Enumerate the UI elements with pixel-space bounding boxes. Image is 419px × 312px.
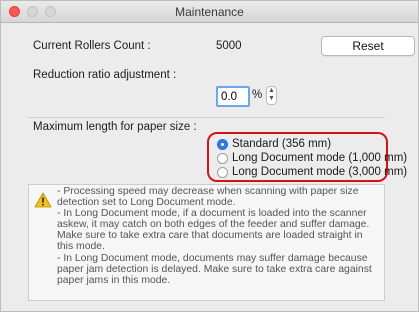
chevron-down-icon: ▼ [268, 95, 275, 102]
note-line: - In Long Document mode, if a document i… [57, 208, 367, 220]
reduction-ratio-input[interactable] [216, 86, 250, 107]
note-line: Make sure to take extra care that docume… [57, 230, 363, 242]
window-title: Maintenance [175, 5, 244, 19]
notes-text: - Processing speed may decrease when sca… [57, 186, 381, 286]
note-line: this mode. [57, 241, 105, 253]
rollers-count-value: 5000 [216, 40, 242, 52]
reduction-ratio-label: Reduction ratio adjustment : [33, 69, 177, 81]
radio-standard-label[interactable]: Standard (356 mm) [232, 138, 331, 150]
note-line: paper jams in this mode. [57, 274, 171, 286]
reset-button[interactable]: Reset [321, 36, 415, 56]
rollers-count-label: Current Rollers Count : [33, 40, 151, 52]
paper-size-label: Maximum length for paper size : [33, 121, 197, 133]
warning-icon [34, 192, 52, 208]
note-line: paper jam detection is delayed. Make sur… [57, 263, 372, 275]
note-line: askew, it may catch on both edges of the… [57, 219, 370, 231]
percent-unit-label: % [252, 89, 263, 101]
note-line: - In Long Document mode, documents may s… [57, 252, 368, 264]
note-line: - Processing speed may decrease when sca… [57, 186, 359, 197]
title-bar: Maintenance [1, 1, 418, 23]
radio-button-selected[interactable] [217, 139, 228, 150]
note-line: detection set to Long Document mode. [57, 197, 236, 209]
separator [28, 117, 385, 118]
radio-long-3000-label[interactable]: Long Document mode (3,000 mm) [232, 166, 407, 178]
radio-long-1000-label[interactable]: Long Document mode (1,000 mm) [232, 152, 407, 164]
radio-button[interactable] [217, 153, 228, 164]
chevron-up-icon: ▲ [268, 87, 275, 94]
radio-button[interactable] [217, 167, 228, 178]
reduction-ratio-stepper[interactable]: ▲ ▼ [266, 86, 277, 105]
